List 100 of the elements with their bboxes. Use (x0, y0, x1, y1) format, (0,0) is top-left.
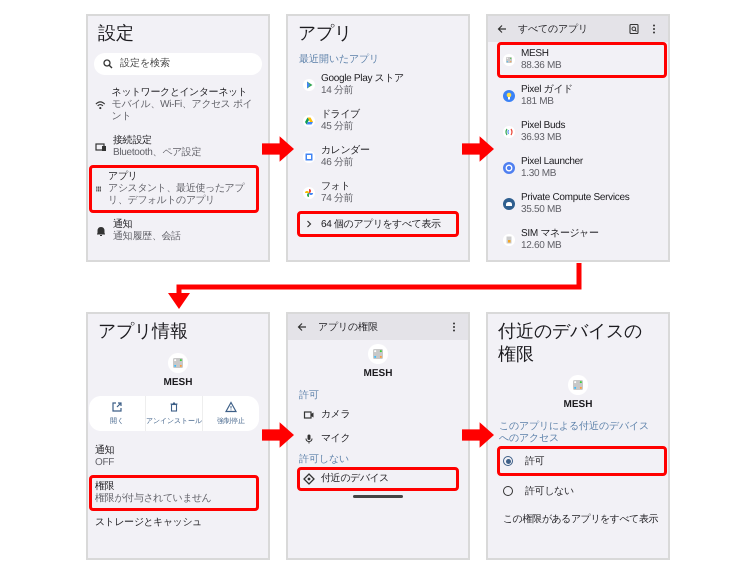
list-item[interactable]: SIM マネージャー 12.60 MB (497, 222, 667, 258)
item-subtitle: アシスタント、最近使ったアプリ、デフォルトのアプリ (108, 182, 246, 206)
list-item[interactable]: Private Compute Services 35.50 MB (497, 186, 667, 222)
item-subtitle: 45 分前 (321, 120, 354, 132)
item-title: 通知 (113, 218, 134, 230)
app-tile-icon (368, 344, 388, 364)
search-icon (102, 58, 114, 70)
item-title: Pixel Buds (521, 120, 566, 132)
list-item[interactable]: 通知 通知履歴、会話 (89, 212, 259, 248)
radio-option[interactable]: 許可 (497, 446, 667, 476)
screen-title: 付近のデバイスの権限 (497, 320, 643, 366)
sim-card-icon (503, 234, 515, 246)
item-title: Pixel Launcher (521, 156, 583, 168)
item-title: フォト (321, 180, 352, 192)
external-link-icon (111, 400, 123, 412)
devices-icon (95, 140, 107, 152)
item-subtitle: 1.30 MB (521, 168, 558, 180)
item-subtitle: OFF (95, 456, 114, 468)
list-item[interactable]: Pixel ガイド 181 MB (497, 78, 667, 114)
item-title: ネットワークとインターネット (112, 86, 248, 98)
item-subtitle: 88.36 MB (521, 60, 562, 72)
item-title: 通知 (95, 444, 114, 456)
item-title: カメラ (321, 409, 350, 421)
list-item[interactable]: Google Play ストア 14 分前 (297, 66, 459, 102)
list-item[interactable]: Pixel Launcher 1.30 MB (497, 150, 667, 186)
list-item[interactable]: アプリ アシスタント、最近使ったアプリ、デフォルトのアプリ (89, 164, 259, 212)
app-name: MESH (564, 399, 592, 410)
screen-title: 設定 (97, 22, 135, 45)
radio-button[interactable] (503, 486, 513, 496)
radio-option[interactable]: 許可しない (497, 476, 667, 506)
ring-icon (503, 162, 515, 174)
item-title: 権限 (95, 480, 116, 492)
search-icon (628, 23, 640, 35)
lightbulb-icon (503, 90, 515, 102)
list-item[interactable]: ネットワークとインターネット モバイル、Wi-Fi、アクセス ポイント (89, 80, 259, 128)
arcs-icon (503, 126, 515, 138)
radio-button[interactable] (503, 456, 513, 466)
warning-icon (225, 400, 237, 412)
item-subtitle: 35.50 MB (521, 204, 562, 216)
item-subtitle: 46 分前 (321, 156, 354, 168)
list-item[interactable]: マイク (297, 427, 459, 451)
list-item[interactable]: MESH 88.36 MB (497, 42, 667, 78)
item-subtitle: モバイル、Wi-Fi、アクセス ポイント (112, 98, 253, 122)
bell-icon (95, 224, 107, 236)
screen-title: アプリ情報 (97, 320, 189, 343)
diamond-icon (303, 473, 315, 485)
home-indicator (353, 495, 403, 498)
app-tile-icon (568, 375, 588, 395)
item-title: ドライブ (321, 108, 360, 120)
list-item[interactable]: 付近のデバイス (297, 467, 459, 491)
list-item[interactable]: 権限 権限が付与されていません (89, 474, 259, 510)
item-subtitle: 12.60 MB (521, 240, 562, 252)
app-name: MESH (364, 368, 392, 379)
show-all-link[interactable]: 64 個のアプリをすべて表示 (297, 210, 459, 236)
item-subtitle: 通知履歴、会話 (113, 230, 181, 242)
item-subtitle: 14 分前 (321, 84, 354, 96)
item-subtitle: 74 分前 (321, 192, 354, 204)
list-item[interactable]: カレンダー 46 分前 (297, 138, 459, 174)
app-tile-icon (503, 54, 515, 66)
wifi-icon (95, 98, 106, 110)
robot-icon (503, 198, 515, 210)
list-item[interactable]: 通知 OFF (89, 438, 259, 474)
toolbar-title: アプリの権限 (318, 320, 379, 334)
section-label: 許可しない (298, 452, 350, 467)
item-title: Google Play ストア (321, 72, 404, 84)
item-subtitle: 権限が付与されていません (95, 492, 212, 504)
pinwheel-icon (303, 186, 315, 198)
item-title: 接続設定 (113, 134, 153, 146)
list-item[interactable]: フォト 74 分前 (297, 174, 459, 210)
search-field[interactable]: 設定を検索 (94, 52, 262, 74)
section-label: 最近開いたアプリ (298, 52, 380, 66)
item-subtitle: 181 MB (521, 96, 555, 108)
video-camera-icon (303, 409, 315, 421)
item-title: カレンダー (321, 144, 370, 156)
screen-title: アプリ (297, 22, 353, 45)
list-item[interactable]: Pixel Buds 36.93 MB (497, 114, 667, 150)
section-label: このアプリによる付近のデバイスへのアクセス (498, 420, 650, 446)
list-item[interactable]: 接続設定 Bluetooth、ペア設定 (89, 128, 259, 164)
toolbar-title: すべてのアプリ (518, 22, 589, 36)
triangle-logo-icon (303, 114, 315, 126)
calendar-icon (303, 150, 315, 162)
back-arrow-icon (496, 23, 508, 35)
item-title: アプリ (108, 170, 138, 182)
back-arrow-icon (296, 321, 308, 333)
app-tile-icon (168, 352, 188, 372)
item-title: Pixel ガイド (521, 84, 573, 96)
list-item[interactable]: カメラ (297, 403, 459, 427)
list-item[interactable]: ストレージとキャッシュ (89, 510, 259, 534)
item-title: マイク (321, 433, 350, 445)
item-title: 付近のデバイス (321, 473, 389, 485)
list-item[interactable]: ドライブ 45 分前 (297, 102, 459, 138)
item-title: MESH (521, 48, 550, 60)
show-all-link[interactable]: この権限があるアプリをすべて表示 (497, 506, 667, 532)
item-title: Private Compute Services (521, 192, 630, 204)
item-subtitle: Bluetooth、ペア設定 (113, 146, 202, 158)
microphone-icon (303, 433, 315, 445)
item-subtitle: 36.93 MB (521, 132, 562, 144)
app-name: MESH (164, 376, 192, 388)
section-label: 許可 (298, 388, 320, 403)
item-title: ストレージとキャッシュ (95, 516, 202, 528)
